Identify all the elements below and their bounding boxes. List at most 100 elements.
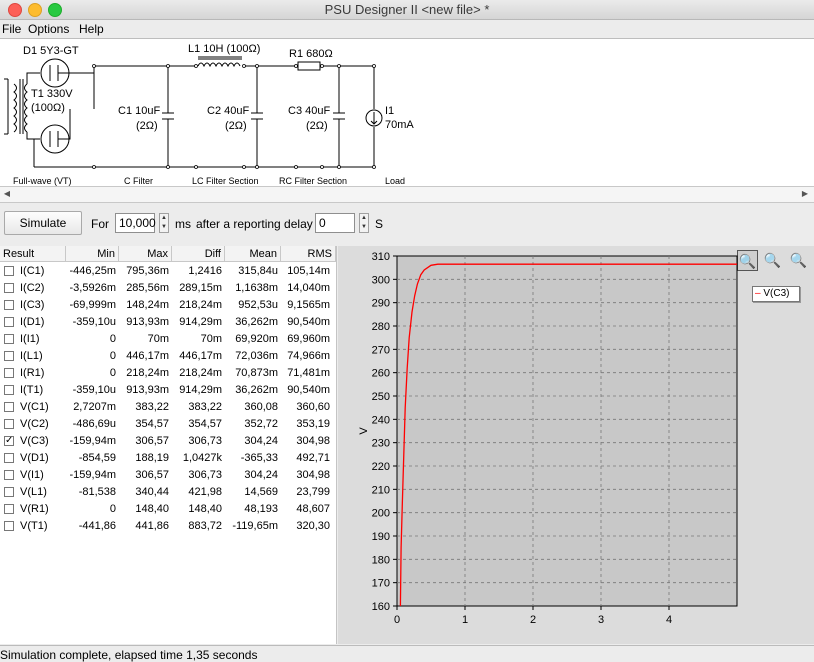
row-rms: 90,540m — [287, 316, 330, 328]
table-row[interactable]: I(D1) -359,10u 913,93m 914,29m 36,262m 90,540… — [0, 314, 336, 331]
status-text: Simulation complete, elapsed time 1,35 s… — [0, 648, 258, 662]
row-name: I(C1) — [20, 265, 45, 277]
row-mean: 360,08 — [244, 401, 278, 413]
col-rms[interactable]: RMS — [281, 246, 336, 262]
menu-help[interactable]: Help — [79, 22, 104, 36]
row-max: 148,24m — [126, 299, 169, 311]
x-tick-label: 2 — [530, 614, 536, 626]
table-row[interactable]: I(C1) -446,25m 795,36m 1,2416 315,84u 105,14m — [0, 263, 336, 280]
simulate-button[interactable]: Simulate — [4, 211, 82, 235]
y-tick-label: 310 — [372, 251, 390, 263]
table-row[interactable]: V(R1) 0 148,40 148,40 48,193 48,607 — [0, 501, 336, 518]
row-diff: 218,24m — [179, 367, 222, 379]
row-max: 383,22 — [135, 401, 169, 413]
col-mean[interactable]: Mean — [225, 246, 281, 262]
col-max[interactable]: Max — [119, 246, 172, 262]
y-tick-label: 170 — [372, 578, 390, 590]
row-diff: 1,0427k — [182, 452, 222, 464]
row-checkbox[interactable] — [4, 419, 14, 429]
row-checkbox[interactable] — [4, 266, 14, 276]
delay-input[interactable]: 0 — [315, 213, 355, 233]
row-rms: 105,14m — [287, 265, 330, 277]
row-mean: 36,262m — [235, 384, 278, 396]
y-tick-label: 250 — [372, 391, 390, 403]
table-row[interactable]: I(R1) 0 218,24m 218,24m 70,873m 71,481m — [0, 365, 336, 382]
row-mean: 304,24 — [244, 435, 278, 447]
y-tick-label: 260 — [372, 368, 390, 380]
y-tick-label: 220 — [372, 461, 390, 473]
table-row[interactable]: V(I1) -159,94m 306,57 306,73 304,24 304,98 — [0, 467, 336, 484]
row-checkbox[interactable] — [4, 521, 14, 531]
scroll-left-icon[interactable]: ◀ — [2, 189, 12, 199]
row-min: 0 — [109, 350, 116, 362]
row-checkbox[interactable] — [4, 385, 14, 395]
table-row[interactable]: V(C2) -486,69u 354,57 354,57 352,72 353,19 — [0, 416, 336, 433]
row-rms: 74,966m — [287, 350, 330, 362]
row-diff: 421,98 — [188, 486, 222, 498]
table-row[interactable]: V(L1) -81,538 340,44 421,98 14,569 23,799 — [0, 484, 336, 501]
row-mean: 352,72 — [244, 418, 278, 430]
row-mean: 72,036m — [235, 350, 278, 362]
table-row[interactable]: V(C1) 2,7207m 383,22 383,22 360,08 360,60 — [0, 399, 336, 416]
s-label: S — [375, 217, 384, 231]
table-row[interactable]: I(C3) -69,999m 148,24m 218,24m 952,53u 9,1565… — [0, 297, 336, 314]
row-name: I(L1) — [20, 350, 43, 362]
row-checkbox[interactable] — [4, 402, 14, 412]
delay-stepper[interactable]: ▲ ▼ — [359, 213, 369, 233]
row-diff: 914,29m — [179, 384, 222, 396]
row-mean: 1,1638m — [235, 282, 278, 294]
duration-stepper[interactable]: ▲ ▼ — [159, 213, 169, 233]
row-checkbox[interactable] — [4, 453, 14, 463]
row-checkbox[interactable] — [4, 300, 14, 310]
table-row[interactable]: ✓ V(C3) -159,94m 306,57 306,73 304,24 304,98 — [0, 433, 336, 450]
table-row[interactable]: V(D1) -854,59 188,19 1,0427k -365,33 492,71 — [0, 450, 336, 467]
table-row[interactable]: I(C2) -3,5926m 285,56m 289,15m 1,1638m 14,040… — [0, 280, 336, 297]
y-tick-label: 210 — [372, 484, 390, 496]
row-rms: 304,98 — [296, 469, 330, 481]
row-checkbox[interactable] — [4, 470, 14, 480]
row-diff: 148,40 — [188, 503, 222, 515]
scroll-right-icon[interactable]: ▶ — [800, 189, 810, 199]
row-max: 441,86 — [135, 520, 169, 532]
menu-file[interactable]: File — [2, 22, 21, 36]
table-row[interactable]: I(T1) -359,10u 913,93m 914,29m 36,262m 90,540… — [0, 382, 336, 399]
row-checkbox[interactable] — [4, 368, 14, 378]
table-row[interactable]: I(I1) 0 70m 70m 69,920m 69,960m — [0, 331, 336, 348]
window-title: PSU Designer II <new file> * — [324, 2, 490, 17]
row-diff: 914,29m — [179, 316, 222, 328]
schematic-canvas[interactable]: D1 5Y3-GT T1 330V (100Ω) L1 10H (100Ω) R… — [0, 38, 814, 187]
row-max: 913,93m — [126, 316, 169, 328]
table-row[interactable]: I(L1) 0 446,17m 446,17m 72,036m 74,966m — [0, 348, 336, 365]
label-c2: C2 40uF — [207, 105, 249, 117]
menu-options[interactable]: Options — [28, 22, 69, 36]
row-checkbox[interactable] — [4, 317, 14, 327]
schematic-scrollbar[interactable]: ◀ ▶ — [0, 186, 814, 203]
row-checkbox[interactable] — [4, 487, 14, 497]
row-checkbox[interactable] — [4, 351, 14, 361]
row-checkbox[interactable] — [4, 504, 14, 514]
row-name: V(R1) — [20, 503, 49, 515]
row-mean: 14,569 — [244, 486, 278, 498]
label-c2-res: (2Ω) — [225, 120, 247, 132]
section-c-filter: C Filter — [124, 176, 153, 186]
col-result[interactable]: Result — [0, 246, 66, 262]
duration-input[interactable]: 10,000 — [115, 213, 156, 233]
row-rms: 320,30 — [296, 520, 330, 532]
row-max: 70m — [147, 333, 169, 345]
row-checkbox[interactable]: ✓ — [4, 436, 14, 446]
line-chart[interactable]: 1601701801902002102202302402502602702802… — [338, 246, 814, 644]
col-min[interactable]: Min — [66, 246, 119, 262]
row-diff: 70m — [200, 333, 222, 345]
row-min: -359,10u — [72, 384, 116, 396]
row-checkbox[interactable] — [4, 283, 14, 293]
table-row[interactable]: V(T1) -441,86 441,86 883,72 -119,65m 320,30 — [0, 518, 336, 535]
row-name: I(C3) — [20, 299, 45, 311]
label-d1: D1 5Y3-GT — [23, 45, 79, 57]
row-max: 354,57 — [135, 418, 169, 430]
row-min: -446,25m — [69, 265, 116, 277]
section-fullwave: Full-wave (VT) — [13, 176, 72, 186]
row-checkbox[interactable] — [4, 334, 14, 344]
row-min: -3,5926m — [69, 282, 116, 294]
col-diff[interactable]: Diff — [172, 246, 225, 262]
plot-area — [396, 255, 738, 607]
